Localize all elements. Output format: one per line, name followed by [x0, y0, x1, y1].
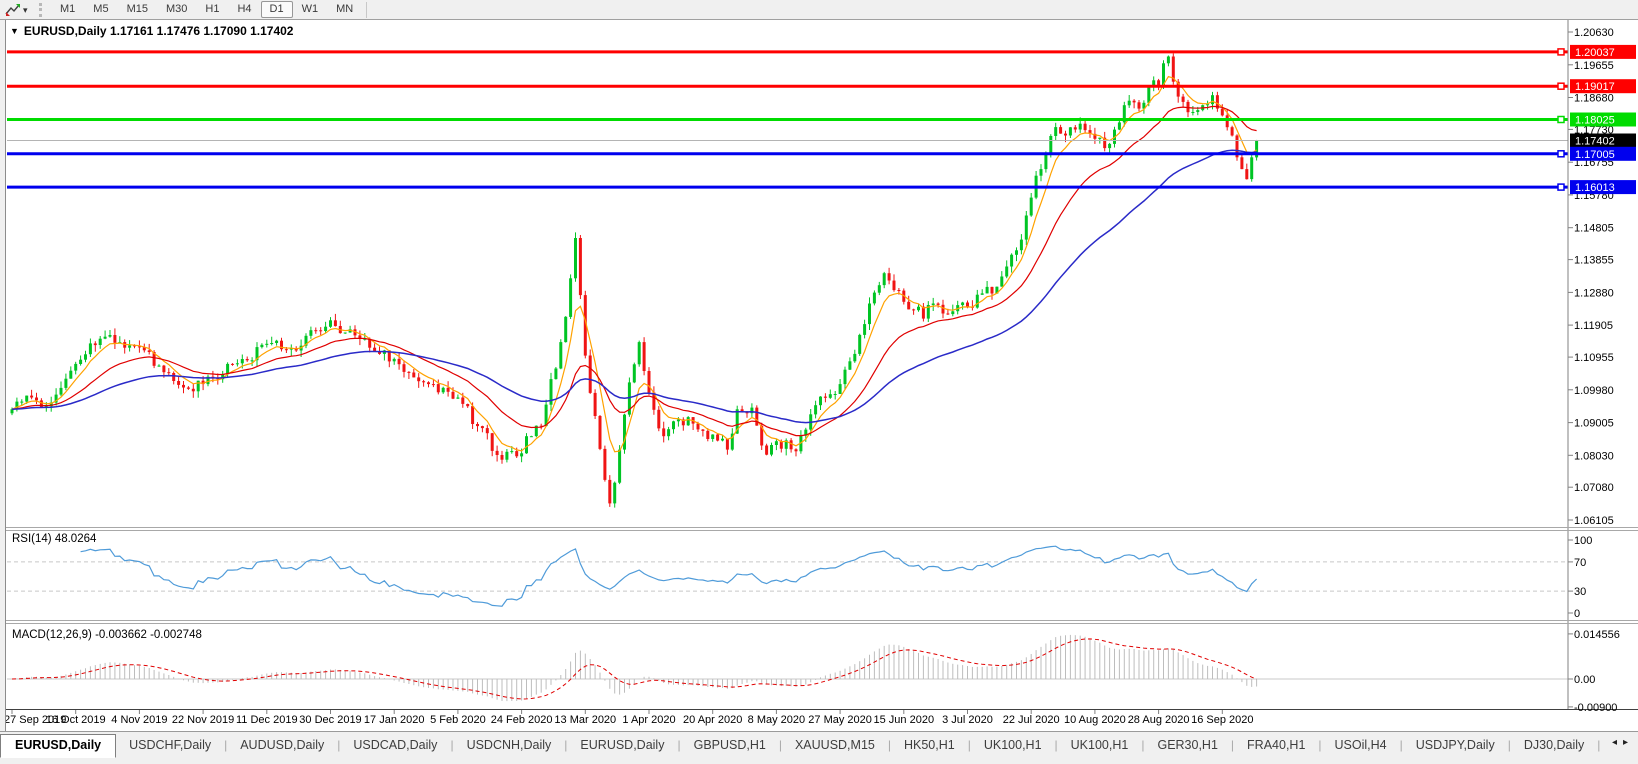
timeframe-button-h4[interactable]: H4: [228, 1, 260, 18]
chart-tab-eurusd-daily[interactable]: EURUSD,Daily: [567, 734, 677, 757]
hline-handle-support-2[interactable]: [1557, 183, 1565, 191]
date-tick-label: 1 Apr 2020: [622, 714, 675, 726]
hline-handle-resistance-2[interactable]: [1557, 82, 1565, 90]
chart-tab-gbpusd-h1[interactable]: GBPUSD,H1: [681, 734, 779, 757]
chart-tab-usoil-h4[interactable]: USOil,H4: [1322, 734, 1400, 757]
top-toolbar: ▾ M1 M5 M15 M30 H1 H4 D1 W1 MN: [0, 0, 1638, 20]
timeframe-button-h1[interactable]: H1: [196, 1, 228, 18]
chart-tab-usdcad-daily[interactable]: USDCAD,Daily: [340, 734, 450, 757]
date-tick-label: 3 Jul 2020: [942, 714, 993, 726]
price-tick-label: 1.09005: [1574, 418, 1614, 430]
chart-tab-uk100-h1[interactable]: UK100,H1: [971, 734, 1055, 757]
chart-tab-bar: EURUSD,Daily USDCHF,Daily | AUDUSD,Daily | US…: [0, 731, 1638, 764]
date-tick-label: 16 Oct 2019: [46, 714, 106, 726]
chart-ohlc-values: 1.17161 1.17476 1.17090 1.17402: [109, 24, 294, 38]
collapse-triangle-icon[interactable]: ▼: [10, 26, 19, 36]
timeframe-button-m5[interactable]: M5: [84, 1, 117, 18]
rsi-tick-label: 70: [1574, 557, 1586, 569]
tabs-scroll-right-icon[interactable]: ▸: [1623, 737, 1628, 748]
date-tick-label: 28 Aug 2020: [1128, 714, 1190, 726]
window-left-edge: [0, 19, 6, 731]
timeframe-button-d1[interactable]: D1: [260, 1, 293, 18]
price-tick-label: 1.10955: [1574, 352, 1614, 364]
price-tick-label: 1.14805: [1574, 223, 1614, 235]
rsi-indicator-label: RSI(14) 48.0264: [12, 533, 97, 545]
date-tick-label: 24 Feb 2020: [491, 714, 553, 726]
hline-handle-resistance-1[interactable]: [1557, 48, 1565, 56]
date-tick-label: 10 Aug 2020: [1064, 714, 1126, 726]
date-tick-label: 5 Feb 2020: [430, 714, 486, 726]
indicator-arrow-icon[interactable]: [3, 2, 23, 18]
price-tick-label: 1.19655: [1574, 60, 1614, 72]
tabs-scroll-left-icon[interactable]: ◂: [1612, 737, 1617, 748]
chart-tab-usdchf-daily[interactable]: USDCHF,Daily: [116, 734, 224, 757]
timeframe-button-mn[interactable]: MN: [327, 1, 362, 18]
toolbar-separator: [366, 1, 368, 18]
date-tick-label: 27 May 2020: [808, 714, 872, 726]
chart-tab-dj30-daily[interactable]: DJ30,Daily: [1511, 734, 1597, 757]
price-tick-label: 1.12880: [1574, 287, 1614, 299]
price-badge-label: 1.19017: [1575, 81, 1615, 93]
price-tick-label: 1.06105: [1574, 515, 1614, 527]
chart-tabs: EURUSD,Daily USDCHF,Daily | AUDUSD,Daily | US…: [0, 734, 1606, 758]
macd-tick-label: -0.00900: [1574, 702, 1617, 714]
rsi-tick-label: 30: [1574, 586, 1586, 598]
chart-tab-ger30-h1[interactable]: GER30,H1: [1144, 734, 1230, 757]
rsi-tick-label: 100: [1574, 535, 1592, 547]
date-tick-label: 30 Dec 2019: [299, 714, 361, 726]
chart-tab-eurusd-daily[interactable]: EURUSD,Daily: [0, 734, 117, 758]
price-badge-label: 1.18025: [1575, 115, 1615, 127]
chart-tab-audusd-daily[interactable]: AUDUSD,Daily: [227, 734, 337, 757]
chart-tab-hk50-h1[interactable]: HK50,H1: [891, 734, 968, 757]
price-tick-label: 1.13855: [1574, 255, 1614, 267]
chart-title: ▼ EURUSD,Daily 1.17161 1.17476 1.17090 1.…: [10, 24, 293, 38]
date-tick-label: 22 Nov 2019: [172, 714, 234, 726]
price-badge-label: 1.17005: [1575, 149, 1615, 161]
price-tick-label: 1.18680: [1574, 93, 1614, 105]
dropdown-caret-icon[interactable]: ▾: [23, 2, 35, 18]
macd-indicator-label: MACD(12,26,9) -0.003662 -0.002748: [12, 629, 202, 641]
timeframe-button-group: M1 M5 M15 M30 H1 H4 D1 W1 MN: [51, 1, 362, 18]
chart-tab-uk100-h1[interactable]: UK100,H1: [1058, 734, 1142, 757]
date-tick-label: 15 Jun 2020: [874, 714, 935, 726]
date-tick-label: 4 Nov 2019: [111, 714, 167, 726]
date-tick-label: 8 May 2020: [748, 714, 805, 726]
timeframe-button-m15[interactable]: M15: [118, 1, 157, 18]
date-tick-label: 20 Apr 2020: [683, 714, 742, 726]
price-tick-label: 1.09980: [1574, 385, 1614, 397]
chart-tab-usdjpy-daily[interactable]: USDJPY,Daily: [1403, 734, 1508, 757]
price-tick-label: 1.07080: [1574, 482, 1614, 494]
hline-handle-pivot-line[interactable]: [1557, 115, 1565, 124]
price-tick-label: 1.08030: [1574, 450, 1614, 462]
macd-tick-label: 0.00: [1574, 674, 1595, 686]
rsi-tick-label: 0: [1574, 608, 1580, 620]
price-tick-label: 1.11905: [1574, 320, 1613, 332]
price-tick-label: 1.20630: [1574, 27, 1614, 39]
chart-tab-fra40-h1[interactable]: FRA40,H1: [1234, 734, 1318, 757]
hline-handle-support-1[interactable]: [1557, 150, 1565, 158]
chart-canvas[interactable]: 1.206301.196551.186801.177301.167551.157…: [0, 0, 1638, 763]
timeframe-button-w1[interactable]: W1: [293, 1, 328, 18]
price-badge-label: 1.16013: [1575, 182, 1615, 194]
toolbar-grip[interactable]: [39, 2, 47, 17]
date-tick-label: 17 Jan 2020: [364, 714, 425, 726]
chart-tab-usdcnh-daily[interactable]: USDCNH,Daily: [454, 734, 565, 757]
date-tick-label: 11 Dec 2019: [236, 714, 298, 726]
price-badge-label: 1.20037: [1575, 47, 1615, 59]
timeframe-button-m1[interactable]: M1: [51, 1, 84, 18]
chart-tab-xauusd-m15[interactable]: XAUUSD,M15: [782, 734, 888, 757]
date-tick-label: 16 Sep 2020: [1191, 714, 1253, 726]
date-tick-label: 13 Mar 2020: [554, 714, 616, 726]
date-tick-label: 22 Jul 2020: [1003, 714, 1060, 726]
chart-symbol-period: EURUSD,Daily: [23, 24, 107, 38]
price-badge-label: 1.17402: [1575, 136, 1615, 148]
timeframe-button-m30[interactable]: M30: [157, 1, 196, 18]
macd-tick-label: 0.014556: [1574, 629, 1620, 641]
